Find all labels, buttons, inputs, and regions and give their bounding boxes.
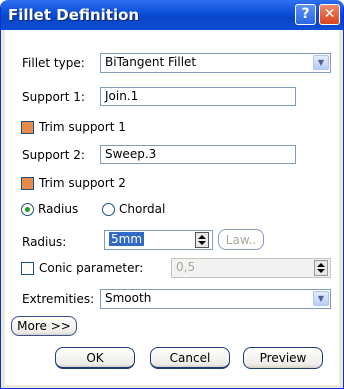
radius-label: Radius:	[22, 235, 67, 249]
support2-label: Support 2:	[22, 148, 85, 162]
chevron-down-icon[interactable]: ▼	[313, 55, 329, 70]
support1-label: Support 1:	[22, 90, 85, 104]
fillet-type-combo[interactable]: BiTangent Fillet ▼	[100, 53, 331, 73]
fillet-type-label: Fillet type:	[22, 56, 85, 70]
ok-button[interactable]: OK	[55, 347, 135, 369]
conic-checkbox[interactable]	[21, 262, 34, 275]
chevron-down-icon[interactable]: ▼	[313, 291, 329, 306]
fillet-type-value: BiTangent Fillet	[105, 55, 197, 69]
chordal-radio[interactable]	[102, 203, 115, 216]
close-button[interactable]: ✕	[319, 4, 340, 25]
conic-spinner-icon[interactable]	[314, 260, 328, 276]
support2-field[interactable]: Sweep.3	[100, 145, 296, 164]
preview-button[interactable]: Preview	[243, 347, 323, 369]
support1-field[interactable]: Join.1	[100, 87, 296, 106]
help-button[interactable]: ?	[295, 4, 316, 25]
chordal-radio-label: Chordal	[119, 202, 166, 216]
extremities-combo[interactable]: Smooth ▼	[100, 289, 331, 309]
law-button[interactable]: Law..	[218, 229, 264, 250]
radius-radio[interactable]	[21, 203, 34, 216]
trim-support1-checkbox[interactable]	[21, 121, 34, 134]
support2-value: Sweep.3	[105, 147, 157, 161]
extremities-value: Smooth	[105, 291, 152, 305]
title-bar[interactable]: Fillet Definition ? ✕	[1, 0, 343, 30]
radius-value: 5mm	[109, 232, 145, 246]
radius-spinner-icon[interactable]	[195, 232, 209, 248]
radius-radio-label: Radius	[38, 202, 79, 216]
dialog-body: Fillet type: BiTangent Fillet ▼ Support …	[5, 30, 339, 385]
fillet-definition-dialog: Fillet Definition ? ✕ Fillet type: BiTan…	[0, 0, 344, 389]
conic-label: Conic parameter:	[39, 261, 144, 275]
more-button[interactable]: More >>	[11, 316, 77, 336]
trim-support1-label: Trim support 1	[39, 120, 126, 134]
trim-support2-label: Trim support 2	[39, 176, 126, 190]
support1-value: Join.1	[105, 89, 139, 103]
extremities-label: Extremities:	[22, 292, 95, 306]
dialog-title: Fillet Definition	[8, 6, 140, 24]
conic-value: 0,5	[176, 260, 196, 274]
conic-input[interactable]: 0,5	[171, 258, 331, 278]
trim-support2-checkbox[interactable]	[21, 177, 34, 190]
cancel-button[interactable]: Cancel	[150, 347, 230, 369]
